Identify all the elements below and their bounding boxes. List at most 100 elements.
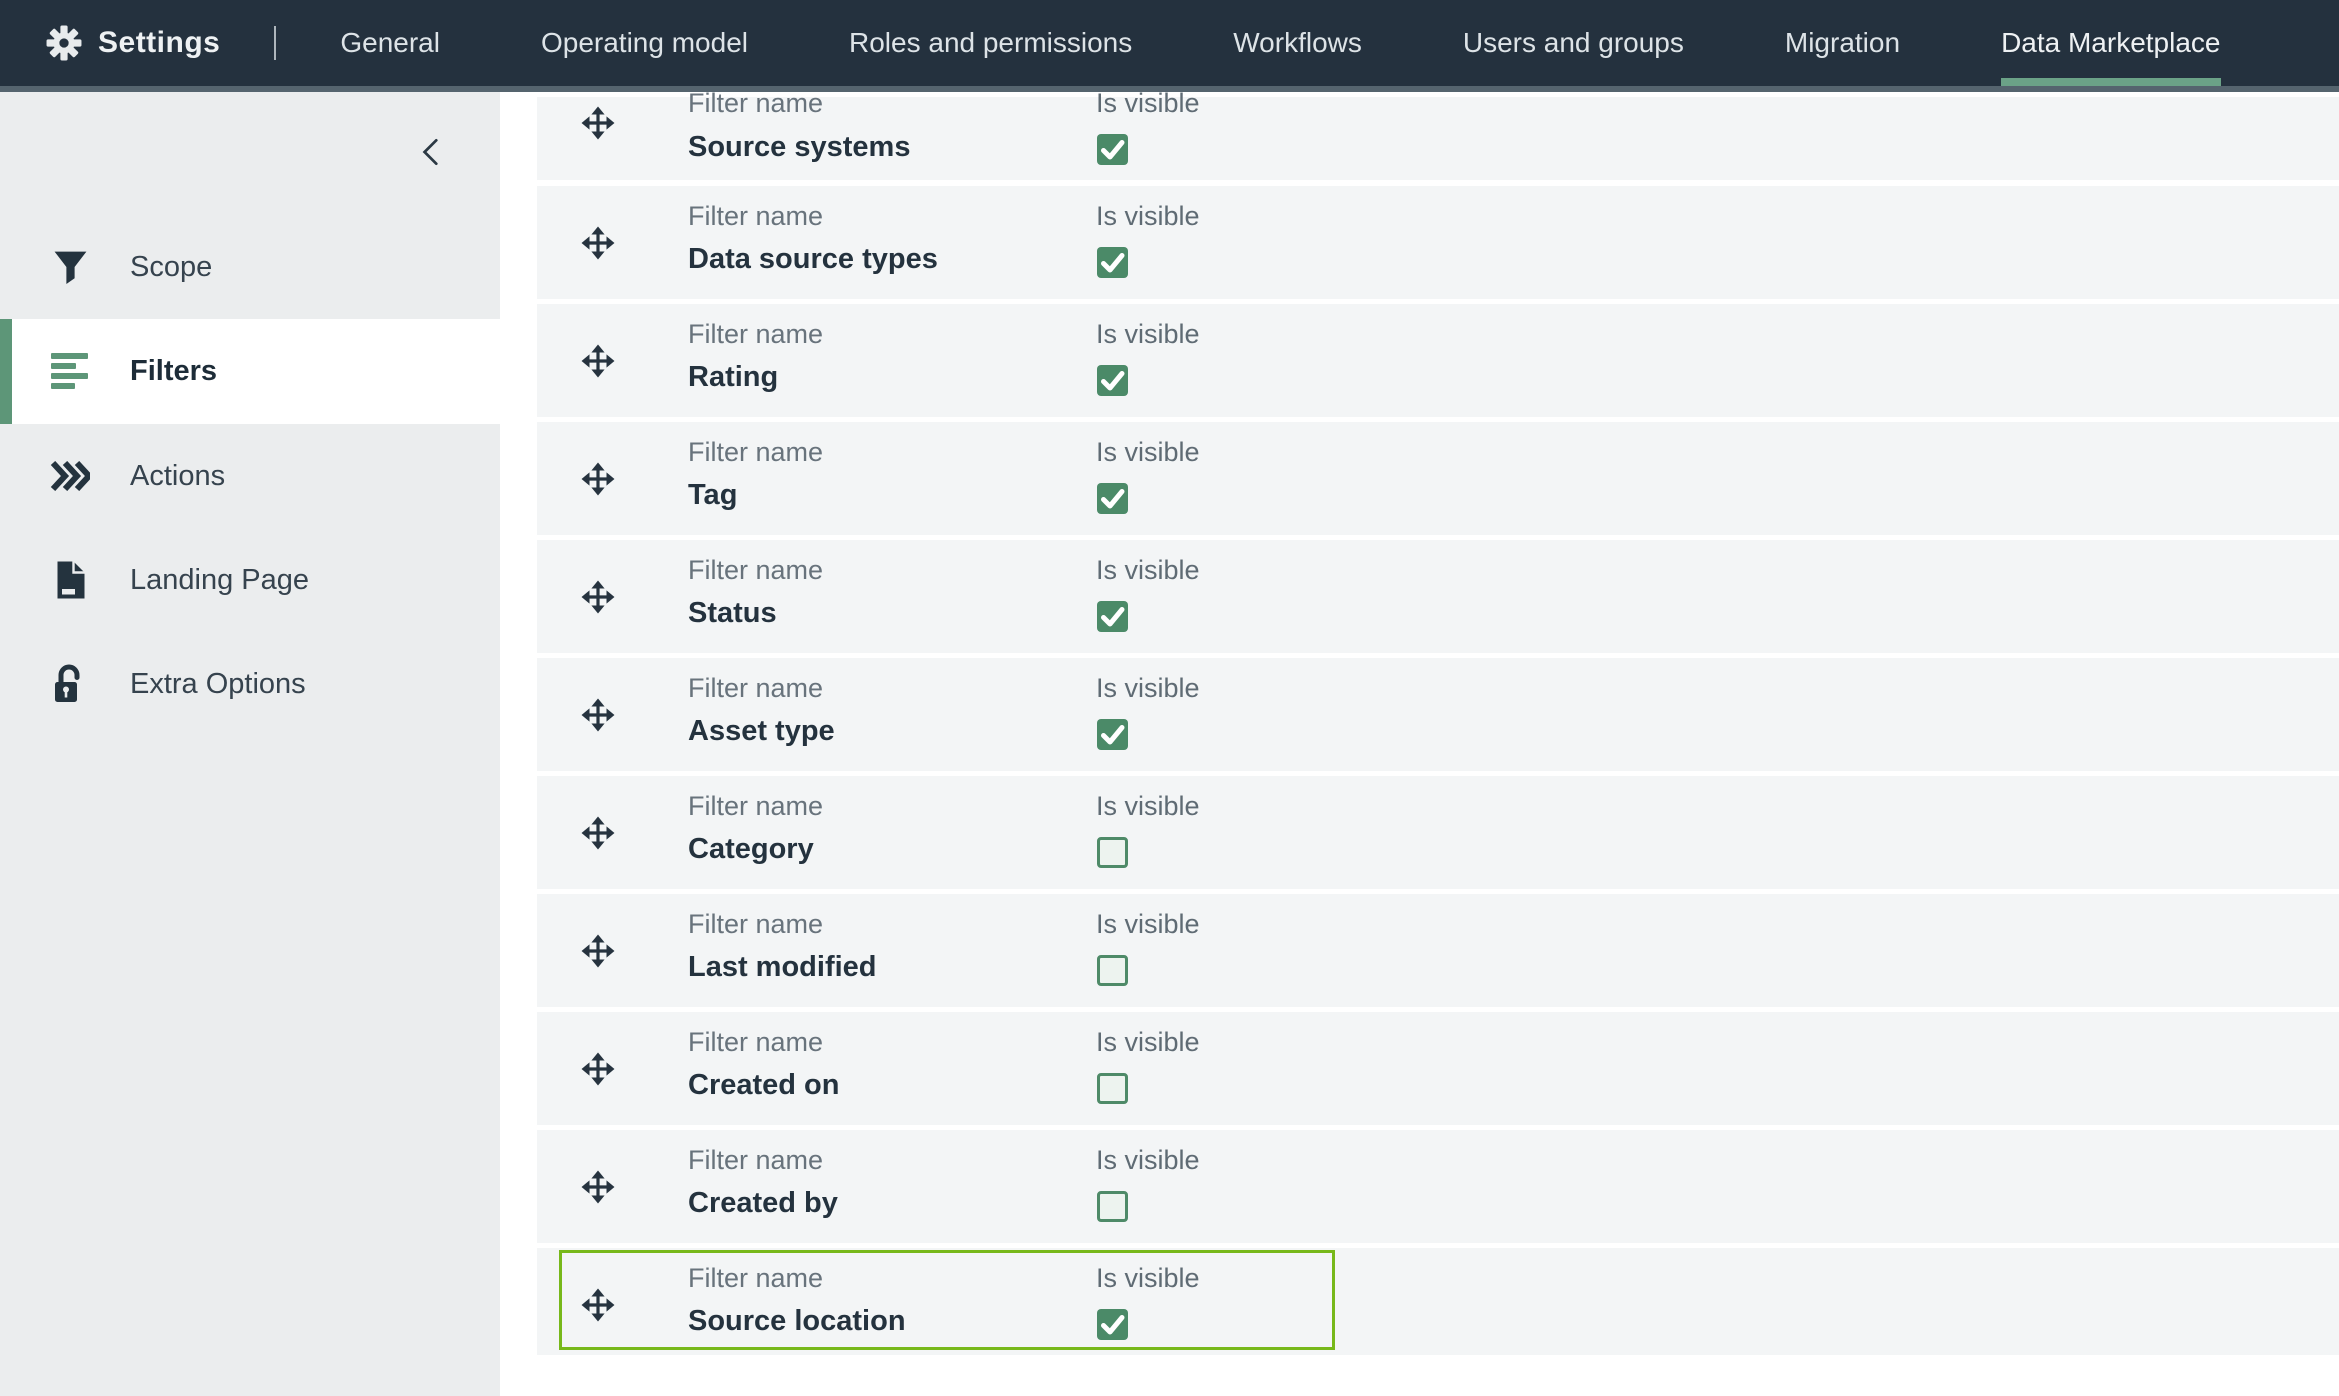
gear-icon (46, 25, 82, 61)
sidebar-item-label: Landing Page (130, 564, 309, 597)
chevrons-right-icon (48, 461, 92, 491)
filter-row: Filter name Last modified Is visible (537, 894, 2339, 1007)
filter-row: Filter name Source location Is visible (537, 1248, 2339, 1355)
is-visible-label: Is visible (1096, 1146, 1200, 1175)
is-visible-label: Is visible (1096, 89, 1200, 118)
check-icon (1097, 601, 1128, 632)
move-handle-icon[interactable] (581, 226, 615, 260)
nav-tab-data-marketplace[interactable]: Data Marketplace (2001, 0, 2220, 86)
move-handle-icon[interactable] (581, 1052, 615, 1086)
filter-name-value: Data source types (688, 243, 938, 275)
filter-name-label: Filter name (688, 202, 823, 231)
is-visible-label: Is visible (1096, 1028, 1200, 1057)
sidebar-item-label: Filters (130, 355, 217, 388)
move-handle-icon[interactable] (581, 816, 615, 850)
nav-tab-roles-and-permissions[interactable]: Roles and permissions (849, 0, 1132, 86)
settings-brand: Settings (0, 0, 276, 86)
nav-tab-operating-model[interactable]: Operating model (541, 0, 748, 86)
is-visible-label: Is visible (1096, 1264, 1200, 1293)
move-handle-icon[interactable] (581, 462, 615, 496)
filter-row: Filter name Source systems Is visible (537, 97, 2339, 180)
sidebar: Scope Filters Actions Landing Page Extra Opt… (0, 92, 500, 1396)
sidebar-item-label: Extra Options (130, 668, 306, 701)
is-visible-label: Is visible (1096, 792, 1200, 821)
move-handle-icon[interactable] (581, 106, 615, 140)
filter-row: Filter name Tag Is visible (537, 422, 2339, 535)
filter-name-label: Filter name (688, 1028, 823, 1057)
check-icon (1097, 134, 1128, 165)
check-icon (1097, 483, 1128, 514)
check-icon (1097, 1309, 1128, 1340)
filter-name-label: Filter name (688, 89, 823, 118)
move-handle-icon[interactable] (581, 344, 615, 378)
is-visible-checkbox[interactable] (1097, 1191, 1128, 1222)
move-handle-icon[interactable] (581, 580, 615, 614)
check-icon (1097, 247, 1128, 278)
filter-row: Filter name Asset type Is visible (537, 658, 2339, 771)
nav-tab-workflows[interactable]: Workflows (1233, 0, 1362, 86)
filter-row: Filter name Category Is visible (537, 776, 2339, 889)
move-handle-icon[interactable] (581, 1288, 615, 1322)
filter-name-value: Category (688, 833, 814, 865)
filter-name-label: Filter name (688, 910, 823, 939)
move-handle-icon[interactable] (581, 934, 615, 968)
is-visible-label: Is visible (1096, 320, 1200, 349)
is-visible-checkbox[interactable] (1097, 955, 1128, 986)
nav-divider (274, 26, 276, 60)
top-nav: Settings General Operating model Roles and… (0, 0, 2339, 86)
move-handle-icon[interactable] (581, 1170, 615, 1204)
page-title: Settings (98, 26, 220, 60)
check-icon (1097, 365, 1128, 396)
is-visible-label: Is visible (1096, 910, 1200, 939)
is-visible-label: Is visible (1096, 202, 1200, 231)
selection-highlight-border (559, 1250, 1335, 1350)
sidebar-item-filters[interactable]: Filters (0, 319, 500, 424)
collapse-sidebar-button[interactable] (408, 128, 456, 176)
filter-row: Filter name Created on Is visible (537, 1012, 2339, 1125)
check-icon (1097, 719, 1128, 750)
sidebar-item-label: Actions (130, 460, 225, 493)
filter-name-label: Filter name (688, 556, 823, 585)
filter-name-value: Status (688, 597, 777, 629)
unlock-icon (48, 664, 92, 704)
filter-name-value: Source systems (688, 131, 910, 163)
nav-tab-migration[interactable]: Migration (1785, 0, 1900, 86)
nav-tab-general[interactable]: General (340, 0, 440, 86)
is-visible-checkbox[interactable] (1097, 837, 1128, 868)
is-visible-checkbox[interactable] (1097, 365, 1128, 396)
nav-tab-users-and-groups[interactable]: Users and groups (1463, 0, 1684, 86)
is-visible-checkbox[interactable] (1097, 483, 1128, 514)
filter-name-label: Filter name (688, 320, 823, 349)
filter-row: Filter name Rating Is visible (537, 304, 2339, 417)
sidebar-item-scope[interactable]: Scope (0, 215, 500, 319)
is-visible-checkbox[interactable] (1097, 1309, 1128, 1340)
filter-row: Filter name Created by Is visible (537, 1130, 2339, 1243)
sidebar-item-label: Scope (130, 251, 212, 284)
filter-name-value: Created on (688, 1069, 839, 1101)
filter-name-label: Filter name (688, 674, 823, 703)
is-visible-checkbox[interactable] (1097, 719, 1128, 750)
is-visible-checkbox[interactable] (1097, 134, 1128, 165)
sidebar-menu: Scope Filters Actions Landing Page Extra Opt… (0, 215, 500, 736)
filter-name-value: Rating (688, 361, 778, 393)
filter-name-label: Filter name (688, 1146, 823, 1175)
filter-row: Filter name Data source types Is visible (537, 186, 2339, 299)
filter-row: Filter name Status Is visible (537, 540, 2339, 653)
document-icon (48, 560, 92, 600)
is-visible-label: Is visible (1096, 556, 1200, 585)
is-visible-checkbox[interactable] (1097, 247, 1128, 278)
is-visible-checkbox[interactable] (1097, 1073, 1128, 1104)
funnel-icon (48, 249, 92, 286)
sidebar-item-extra-options[interactable]: Extra Options (0, 632, 500, 736)
move-handle-icon[interactable] (581, 698, 615, 732)
filter-name-value: Last modified (688, 951, 877, 983)
is-visible-checkbox[interactable] (1097, 601, 1128, 632)
chevron-left-icon (415, 135, 449, 169)
nav-bottom-strip (0, 86, 2339, 92)
nav-tabs: General Operating model Roles and permissi… (340, 0, 2220, 86)
filter-name-value: Tag (688, 479, 737, 511)
sidebar-item-landing-page[interactable]: Landing Page (0, 528, 500, 632)
filter-name-label: Filter name (688, 438, 823, 467)
filters-list: Filter name Source systems Is visible Fi… (537, 97, 2339, 1355)
sidebar-item-actions[interactable]: Actions (0, 424, 500, 528)
